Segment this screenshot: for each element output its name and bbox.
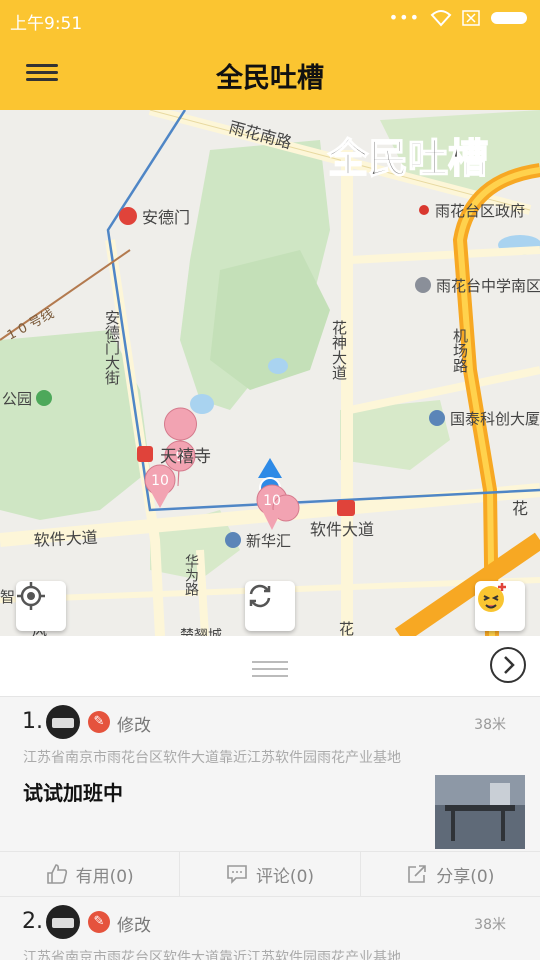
add-rant-button[interactable] [475,581,525,631]
building-icon [429,410,445,426]
map-label: 安德门大街 [103,310,121,385]
metro-station-icon [119,207,137,225]
app-bar: 全民吐槽 [0,38,540,110]
svg-text:10: 10 [263,493,281,509]
metro-station-icon [337,500,355,516]
photo-thumbnail [435,775,525,849]
share-label: 分享(0) [436,866,495,887]
avatar[interactable] [46,905,80,939]
crosshair-icon [17,582,45,610]
map-label: 安德门 [142,208,190,227]
comment-icon [227,865,247,884]
map-road [349,366,540,414]
map-marker[interactable]: 10 [256,484,300,530]
map-road [349,246,540,264]
map-label: 新华汇 [246,532,291,550]
battery-icon [491,11,527,24]
emoji-add-icon [478,583,506,612]
post-actions: 有用(0) 评论(0) 分享(0) [0,851,540,897]
thumbs-up-icon [46,864,67,884]
map-label: 机场路 [451,328,469,373]
map-label: 楚翘城 [180,628,222,636]
building-icon [225,532,241,548]
refresh-button[interactable] [245,581,295,631]
chevron-right-icon [504,656,515,674]
address-text: 江苏省南京市雨花台区软件大道靠近江苏软件园雨花产业基地 [23,750,401,766]
map-label: 软件大道 [33,528,98,550]
map-label: 花神大道 [330,320,348,380]
gov-star-icon [419,205,429,215]
share-icon [408,865,427,883]
locate-button[interactable] [16,581,66,631]
status-time: 上午9:51 [10,14,83,34]
edit-icon[interactable]: ✎ [88,711,110,733]
map-water [190,394,214,414]
page-title: 全民吐槽 [216,63,324,94]
distance-label: 38米 [474,717,506,733]
address-text: 江苏省南京市雨花台区软件大道靠近江苏软件园雨花产业基地 [23,950,401,960]
sim-icon [462,9,480,26]
metro-station-icon [137,446,153,462]
share-button[interactable]: 分享(0) [361,852,540,896]
list-item[interactable]: 1. ✎ 修改 38米 江苏省南京市雨花台区软件大道靠近江苏软件园雨花产业基地 … [0,697,540,897]
map-label: 智 [0,588,15,606]
map-label: 国泰科创大厦 [450,410,540,428]
status-icons: ••• [389,8,530,27]
edit-link[interactable]: 修改 [117,911,151,936]
post-thumbnail[interactable] [435,775,525,849]
post-index: 1. [22,709,43,734]
map-water [268,358,288,374]
map-label: 天禧寺 [160,447,211,467]
svg-text:10: 10 [151,473,169,489]
map-label: 软件大道 [310,520,374,539]
map-label: 花 [512,499,528,518]
school-icon [415,277,431,293]
comment-label: 评论(0) [255,866,315,887]
comment-button[interactable]: 评论(0) [180,852,361,896]
map-watermark: 全民吐槽 [327,136,488,182]
distance-label: 38米 [474,917,506,933]
map-label: 华为路 [183,554,199,596]
expand-button[interactable] [490,647,526,683]
park-icon [36,390,52,406]
post-content: 试试加班中 [23,781,123,805]
list-item[interactable]: 2. ✎ 修改 38米 江苏省南京市雨花台区软件大道靠近江苏软件园雨花产业基地 [0,897,540,960]
map-label: 雨花台区政府 [435,202,525,220]
map-label: 公园 [2,390,32,408]
avatar[interactable] [46,705,80,739]
post-index: 2. [22,909,43,934]
map-view[interactable]: 9 10 10 雨花南路 安德门 雨花台区政府 雨花台中学南区 1 0 号线 花… [0,110,540,636]
useful-button[interactable]: 有用(0) [0,852,181,896]
refresh-icon [249,584,271,608]
useful-label: 有用(0) [75,866,134,887]
status-bar: 上午9:51 ••• [0,0,540,38]
more-dots-icon: ••• [388,8,420,27]
map-canvas: 9 10 10 雨花南路 安德门 雨花台区政府 雨花台中学南区 1 0 号线 花… [0,110,540,636]
edit-link[interactable]: 修改 [117,711,151,736]
list-drawer-handle[interactable] [0,636,540,697]
map-label: 花 [339,620,354,636]
edit-icon[interactable]: ✎ [88,911,110,933]
map-label: 雨花台中学南区 [436,277,540,295]
wifi-icon [430,9,452,26]
drag-handle-icon[interactable] [252,656,288,682]
